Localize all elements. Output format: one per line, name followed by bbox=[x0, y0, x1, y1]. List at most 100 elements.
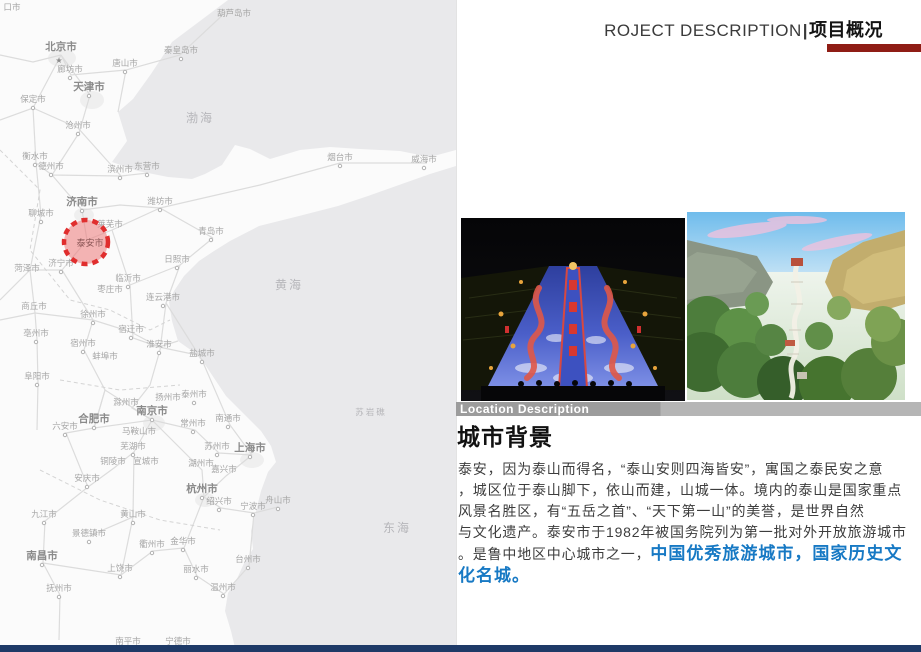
city-label: 淮安市 bbox=[146, 339, 172, 349]
city-dot bbox=[49, 173, 52, 176]
city-dot bbox=[179, 57, 182, 60]
sea-label: 苏岩礁 bbox=[355, 407, 387, 417]
bohai-sea-shape bbox=[112, 0, 456, 179]
city-label: 济宁市 bbox=[48, 258, 74, 268]
city-label: 六安市 bbox=[52, 421, 78, 431]
city-label: 台州市 bbox=[235, 554, 261, 564]
valley-art bbox=[687, 212, 905, 400]
city-label: 杭州市 bbox=[186, 482, 218, 495]
city-label: 东营市 bbox=[134, 161, 160, 171]
city-label: 威海市 bbox=[411, 154, 437, 164]
city-label: 温州市 bbox=[210, 582, 236, 592]
city-dot bbox=[118, 575, 121, 578]
city-dot bbox=[215, 453, 218, 456]
location-description-label: Location Description bbox=[460, 402, 589, 416]
city-dot bbox=[248, 455, 251, 458]
city-label: 蚌埠市 bbox=[92, 351, 118, 361]
city-label: 上饶市 bbox=[107, 563, 133, 573]
city-dot bbox=[161, 304, 164, 307]
city-label: 秦皇岛市 bbox=[164, 45, 199, 55]
city-label: 连云港市 bbox=[146, 292, 181, 302]
body-text-line: 泰安，因为泰山而得名，“泰山安则四海皆安”，寓国之泰民安之意 bbox=[458, 459, 920, 480]
title-accent-bar bbox=[827, 44, 921, 52]
city-label: 衢州市 bbox=[139, 539, 165, 549]
sea-label: 东海 bbox=[383, 520, 411, 535]
city-dot bbox=[181, 548, 184, 551]
city-label: 泰州市 bbox=[181, 389, 207, 399]
city-label: 景德镇市 bbox=[72, 528, 107, 538]
city-label: 绍兴市 bbox=[206, 496, 232, 506]
city-dot bbox=[131, 521, 134, 524]
city-dot bbox=[126, 285, 129, 288]
city-label: 抚州市 bbox=[46, 583, 72, 593]
city-dot bbox=[80, 209, 83, 212]
city-dot bbox=[63, 433, 66, 436]
body-text-line: 与文化遗产。泰安市于1982年被国务院列为第一批对外开放旅游城市 bbox=[458, 522, 920, 543]
city-dot bbox=[209, 238, 212, 241]
city-label: 扬州市 bbox=[155, 392, 181, 402]
city-dot bbox=[118, 176, 121, 179]
city-dot bbox=[217, 508, 220, 511]
location-description-banner: Location Description bbox=[456, 402, 921, 416]
city-dot bbox=[81, 350, 84, 353]
city-label: 沧州市 bbox=[65, 120, 91, 130]
city-dot bbox=[85, 485, 88, 488]
city-label: 黄山市 bbox=[120, 509, 146, 519]
city-dot bbox=[194, 576, 197, 579]
city-dot bbox=[33, 163, 36, 166]
city-label: 苏州市 bbox=[204, 441, 230, 451]
section-heading: 城市背景 bbox=[457, 418, 553, 452]
city-dot bbox=[338, 164, 341, 167]
city-label: 聊城市 bbox=[28, 208, 54, 218]
city-label: 丽水市 bbox=[183, 564, 209, 574]
city-dot bbox=[158, 208, 161, 211]
city-label: 宣城市 bbox=[133, 456, 159, 466]
city-label: 南昌市 bbox=[26, 549, 58, 562]
city-label: 宁波市 bbox=[240, 501, 266, 511]
city-label: 天津市 bbox=[73, 80, 105, 93]
city-label: 南通市 bbox=[215, 413, 241, 423]
city-label: 烟台市 bbox=[327, 152, 353, 162]
taishan-night-lightshow-photo bbox=[461, 218, 685, 401]
city-background-paragraph: 泰安，因为泰山而得名，“泰山安则四海皆安”，寓国之泰民安之意，城区位于泰山脚下，… bbox=[458, 459, 920, 587]
city-label: 盐城市 bbox=[189, 348, 215, 358]
city-label: 常州市 bbox=[180, 418, 206, 428]
city-label: 枣庄市 bbox=[97, 284, 123, 294]
city-dot bbox=[246, 566, 249, 569]
city-label: 青岛市 bbox=[198, 226, 224, 236]
city-dot bbox=[76, 132, 79, 135]
city-label: 金华市 bbox=[170, 536, 196, 546]
page-title: ROJECT DESCRIPTION|项目概况 bbox=[604, 16, 883, 42]
city-dot bbox=[157, 351, 160, 354]
city-dot bbox=[150, 418, 153, 421]
body-text-line: 风景名胜区，有“五岳之首”、“天下第一山”的美誉，是世界自然 bbox=[458, 501, 920, 522]
page-title-en: ROJECT DESCRIPTION bbox=[604, 21, 802, 40]
city-label: 滨州市 bbox=[107, 164, 133, 174]
city-label: 济南市 bbox=[66, 195, 98, 208]
city-label: 宿州市 bbox=[70, 338, 96, 348]
page-title-zh: 项目概况 bbox=[809, 20, 883, 40]
city-dot bbox=[251, 513, 254, 516]
city-label: 徐州市 bbox=[80, 309, 106, 319]
city-label: 北京市 bbox=[45, 40, 77, 53]
region-map: 口市葫芦岛市★北京市秦皇岛市唐山市廊坊市天津市保定市沧州市衡水市德州市滨州市东营… bbox=[0, 0, 457, 652]
city-label: 唐山市 bbox=[112, 58, 138, 68]
city-label: 口市 bbox=[3, 2, 21, 12]
taishan-valley-photo bbox=[687, 212, 905, 400]
city-label: 上海市 bbox=[234, 441, 266, 454]
city-dot bbox=[91, 321, 94, 324]
city-label: 芜湖市 bbox=[120, 441, 146, 451]
lightshow-art bbox=[461, 218, 685, 401]
city-dot bbox=[192, 401, 195, 404]
city-dot bbox=[34, 340, 37, 343]
city-dot bbox=[31, 106, 34, 109]
city-label: 亳州市 bbox=[23, 328, 49, 338]
city-dot bbox=[123, 70, 126, 73]
body-text-line: 化名城。 bbox=[458, 565, 920, 587]
city-dot bbox=[191, 430, 194, 433]
city-label: 合肥市 bbox=[77, 412, 110, 425]
city-label: 菏泽市 bbox=[14, 263, 40, 273]
city-label: 保定市 bbox=[20, 94, 46, 104]
city-dot bbox=[57, 595, 60, 598]
city-dot bbox=[59, 270, 62, 273]
